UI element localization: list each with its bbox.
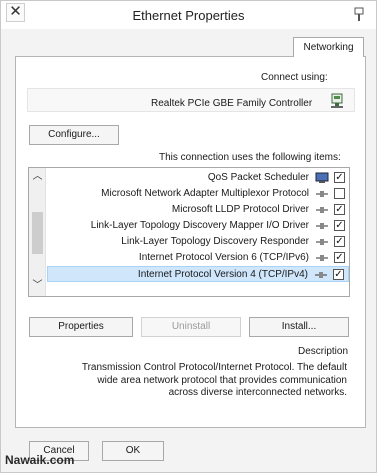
- list-item-multiplexor[interactable]: Microsoft Network Adapter Multiplexor Pr…: [47, 186, 349, 202]
- description-line: Transmission Control Protocol/Internet P…: [81, 362, 347, 373]
- list-item-lltd-mapper[interactable]: Link-Layer Topology Discovery Mapper I/O…: [47, 218, 349, 234]
- scroll-thumb[interactable]: [32, 212, 43, 254]
- connection-items-label: This connection uses the following items…: [159, 152, 341, 163]
- properties-button[interactable]: Properties: [29, 317, 133, 337]
- item-checkbox[interactable]: ✓: [334, 204, 345, 215]
- adapter-name: Realtek PCIe GBE Family Controller: [151, 98, 313, 109]
- item-checkbox[interactable]: ✓: [334, 172, 345, 183]
- title-bar: ✕ Ethernet Properties: [1, 1, 376, 29]
- install-button[interactable]: Install...: [249, 317, 349, 337]
- tab-networking[interactable]: Networking: [293, 37, 364, 57]
- list-item-label: Microsoft LLDP Protocol Driver: [171, 204, 309, 215]
- listbox-scrollbar[interactable]: ︿ ﹀: [29, 168, 46, 296]
- uninstall-button[interactable]: Uninstall: [141, 317, 241, 337]
- list-item-qos[interactable]: QoS Packet Scheduler ✓: [47, 170, 349, 186]
- items-listbox[interactable]: ︿ ﹀ QoS Packet Scheduler ✓ Microsoft Net…: [28, 167, 350, 297]
- item-checkbox[interactable]: [334, 188, 345, 199]
- tray-icon: [354, 7, 364, 21]
- list-item-label: Microsoft Network Adapter Multiplexor Pr…: [101, 188, 309, 199]
- qos-scheduler-icon: [315, 172, 329, 183]
- window-title: Ethernet Properties: [132, 8, 245, 23]
- list-item-label: Internet Protocol Version 6 (TCP/IPv6): [138, 252, 309, 263]
- item-checkbox[interactable]: ✓: [334, 252, 345, 263]
- list-item-ipv6[interactable]: Internet Protocol Version 6 (TCP/IPv6) ✓: [47, 250, 349, 266]
- item-checkbox[interactable]: ✓: [334, 236, 345, 247]
- item-checkbox[interactable]: ✓: [333, 269, 344, 280]
- protocol-icon: [315, 272, 327, 278]
- list-item-lldp[interactable]: Microsoft LLDP Protocol Driver ✓: [47, 202, 349, 218]
- connect-using-label: Connect using:: [261, 72, 328, 83]
- protocol-icon: [316, 239, 328, 245]
- list-item-label: Link-Layer Topology Discovery Mapper I/O…: [90, 220, 309, 231]
- list-item-lltd-responder[interactable]: Link-Layer Topology Discovery Responder …: [47, 234, 349, 250]
- network-adapter-icon: [331, 93, 343, 108]
- description-label: Description: [298, 346, 349, 357]
- protocol-icon: [316, 255, 328, 261]
- ethernet-properties-dialog: ✕ Ethernet Properties Networking Connect…: [0, 0, 377, 473]
- protocol-icon: [316, 191, 328, 197]
- description-line: across diverse interconnected networks.: [168, 387, 347, 398]
- list-item-ipv4[interactable]: Internet Protocol Version 4 (TCP/IPv4) ✓: [47, 266, 349, 282]
- protocol-icon: [316, 223, 328, 229]
- scroll-up-icon[interactable]: ︿: [29, 170, 46, 184]
- list-item-label: QoS Packet Scheduler: [207, 172, 309, 183]
- protocol-icon: [316, 207, 328, 213]
- watermark-text: Nawaik.com: [5, 453, 75, 467]
- ok-button[interactable]: OK: [102, 441, 164, 461]
- list-item-label: Internet Protocol Version 4 (TCP/IPv4): [137, 269, 308, 280]
- description-line: wide area network protocol that provides…: [97, 374, 347, 386]
- scroll-down-icon[interactable]: ﹀: [29, 279, 46, 293]
- list-item-label: Link-Layer Topology Discovery Responder: [121, 236, 309, 247]
- description-text: Transmission Control Protocol/Internet P…: [37, 362, 347, 400]
- item-checkbox[interactable]: ✓: [334, 220, 345, 231]
- configure-button[interactable]: Configure...: [29, 125, 119, 145]
